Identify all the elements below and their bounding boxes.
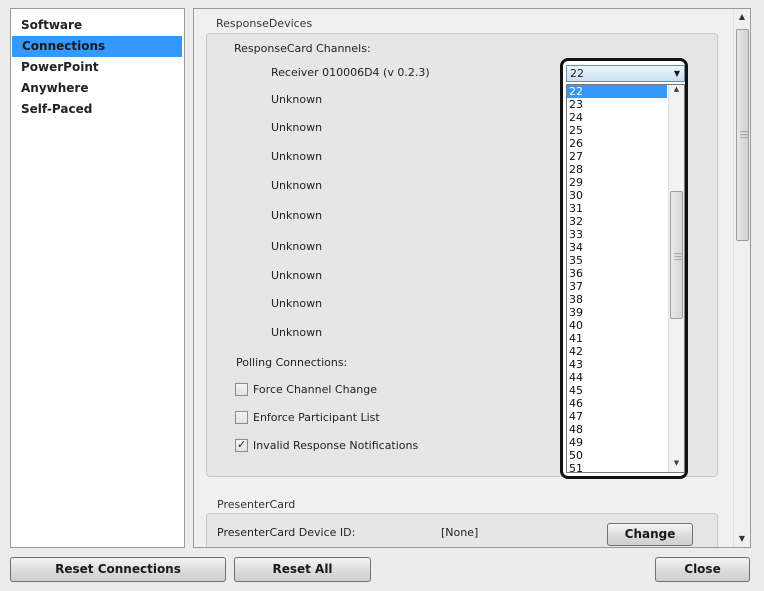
channel-option[interactable]: 26 — [567, 137, 667, 150]
channel-option[interactable]: 37 — [567, 280, 667, 293]
checkbox-enforce-participant-list[interactable] — [235, 411, 248, 424]
grip-icon: — — — — [740, 127, 748, 142]
settings-nav: Software Connections PowerPoint Anywhere Sel… — [10, 8, 185, 548]
list-scroll-up-icon[interactable]: ▲ — [669, 85, 684, 97]
channel-option[interactable]: 33 — [567, 228, 667, 241]
channel-dropdown-highlight: 22 ▼ 22 23 24 25 26 27 28 29 30 31 32 33 34 35 36 37 38 3… — [560, 58, 688, 479]
list-scroll-down-icon[interactable]: ▼ — [669, 459, 684, 471]
polling-label: Polling Connections: — [236, 356, 348, 369]
receiver-unknown: Unknown — [271, 297, 323, 310]
channel-option[interactable]: 29 — [567, 176, 667, 189]
panel-scrollbar[interactable]: ▲ — — — ▼ — [733, 9, 750, 547]
channel-option[interactable]: 35 — [567, 254, 667, 267]
channel-select[interactable]: 22 ▼ — [566, 65, 685, 82]
scroll-thumb[interactable]: — — — — [736, 29, 749, 241]
channel-option[interactable]: 36 — [567, 267, 667, 280]
channel-option[interactable]: 43 — [567, 358, 667, 371]
receiver-unknown: Unknown — [271, 179, 323, 192]
channel-option[interactable]: 42 — [567, 345, 667, 358]
channel-option[interactable]: 32 — [567, 215, 667, 228]
receiver-unknown: Unknown — [271, 150, 323, 163]
channel-option[interactable]: 38 — [567, 293, 667, 306]
nav-item-connections[interactable]: Connections — [12, 36, 182, 57]
channel-option[interactable]: 39 — [567, 306, 667, 319]
receiver-name: Receiver 010006D4 (v 0.2.3) — [271, 66, 430, 79]
device-id-label: PresenterCard Device ID: — [217, 526, 356, 539]
channel-option[interactable]: 40 — [567, 319, 667, 332]
channel-option[interactable]: 22 — [567, 85, 667, 98]
checkbox-force-channel-change[interactable] — [235, 383, 248, 396]
channel-options: 22 23 24 25 26 27 28 29 30 31 32 33 34 35 36 37 38 39 40 41… — [567, 85, 684, 472]
checkbox-label[interactable]: Enforce Participant List — [253, 411, 380, 424]
scroll-down-icon[interactable]: ▼ — [734, 531, 750, 547]
channel-option[interactable]: 49 — [567, 436, 667, 449]
channel-option[interactable]: 23 — [567, 98, 667, 111]
nav-item-self-paced[interactable]: Self-Paced — [11, 99, 184, 120]
nav-item-anywhere[interactable]: Anywhere — [11, 78, 184, 99]
receiver-unknown: Unknown — [271, 326, 323, 339]
channel-list-scrollbar[interactable]: ▲ — — — ▼ — [668, 85, 684, 472]
channels-label: ResponseCard Channels: — [234, 42, 371, 55]
channel-option[interactable]: 48 — [567, 423, 667, 436]
presenter-card-title: PresenterCard — [217, 498, 296, 511]
receiver-unknown: Unknown — [271, 269, 323, 282]
presenter-card-group: PresenterCard Device ID: [None] Change — [206, 513, 718, 547]
scroll-up-icon[interactable]: ▲ — [734, 9, 750, 25]
change-button[interactable]: Change — [607, 523, 693, 546]
receiver-unknown: Unknown — [271, 121, 323, 134]
channel-option[interactable]: 31 — [567, 202, 667, 215]
channel-option[interactable]: 41 — [567, 332, 667, 345]
nav-item-software[interactable]: Software — [11, 15, 184, 36]
response-devices-title: ResponseDevices — [216, 17, 313, 30]
channel-option[interactable]: 28 — [567, 163, 667, 176]
receiver-unknown: Unknown — [271, 240, 323, 253]
channel-option[interactable]: 24 — [567, 111, 667, 124]
nav-list: Software Connections PowerPoint Anywhere Sel… — [11, 9, 184, 120]
channel-option[interactable]: 51 — [567, 462, 667, 472]
list-scroll-thumb[interactable]: — — — — [670, 191, 683, 319]
channel-option[interactable]: 47 — [567, 410, 667, 423]
reset-all-button[interactable]: Reset All — [234, 557, 371, 582]
channel-option[interactable]: 25 — [567, 124, 667, 137]
checkbox-label[interactable]: Force Channel Change — [253, 383, 377, 396]
receiver-unknown: Unknown — [271, 209, 323, 222]
reset-connections-button[interactable]: Reset Connections — [10, 557, 226, 582]
channel-select-value: 22 — [570, 67, 584, 80]
chevron-down-icon[interactable]: ▼ — [674, 66, 680, 81]
list-grip-icon: — — — — [674, 249, 682, 264]
channel-options-list: 22 23 24 25 26 27 28 29 30 31 32 33 34 35 36 37 38 39 40 41… — [566, 84, 685, 473]
device-id-value: [None] — [441, 526, 479, 539]
channel-option[interactable]: 27 — [567, 150, 667, 163]
nav-item-powerpoint[interactable]: PowerPoint — [11, 57, 184, 78]
checkbox-label[interactable]: Invalid Response Notifications — [253, 439, 418, 452]
checkbox-invalid-response-notifications[interactable] — [235, 438, 248, 452]
receiver-unknown: Unknown — [271, 93, 323, 106]
channel-option[interactable]: 46 — [567, 397, 667, 410]
channel-option[interactable]: 50 — [567, 449, 667, 462]
close-button[interactable]: Close — [655, 557, 750, 582]
channel-option[interactable]: 30 — [567, 189, 667, 202]
channel-option[interactable]: 44 — [567, 371, 667, 384]
channel-option[interactable]: 34 — [567, 241, 667, 254]
channel-option[interactable]: 45 — [567, 384, 667, 397]
